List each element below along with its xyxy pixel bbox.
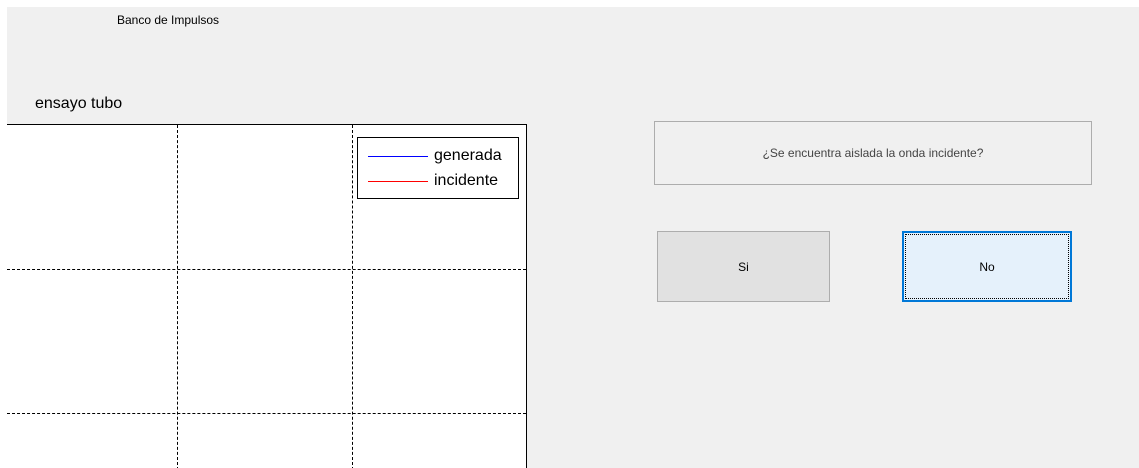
app-window: Banco de Impulsos ensayo tubo generada i… [7,7,1139,468]
plot-title: ensayo tubo [35,95,123,112]
legend-item-generada: generada [368,146,502,166]
plot-axes: generada incidente [7,124,527,468]
grid-line-horizontal [7,269,526,270]
legend-line-blue [368,155,428,157]
no-button[interactable]: No [902,231,1072,302]
grid-line-vertical [352,125,353,468]
yes-button[interactable]: Si [657,231,830,302]
legend-label: incidente [434,172,499,189]
question-text-box: ¿Se encuentra aislada la onda incidente? [654,121,1092,185]
app-title: Banco de Impulsos [117,13,220,27]
grid-line-horizontal [7,413,526,414]
legend-label: generada [434,147,502,164]
legend-item-incidente: incidente [368,171,498,191]
no-button-label: No [979,259,995,274]
legend-line-red [368,180,428,182]
plot-legend[interactable]: generada incidente [357,137,519,199]
grid-line-vertical [177,125,178,468]
